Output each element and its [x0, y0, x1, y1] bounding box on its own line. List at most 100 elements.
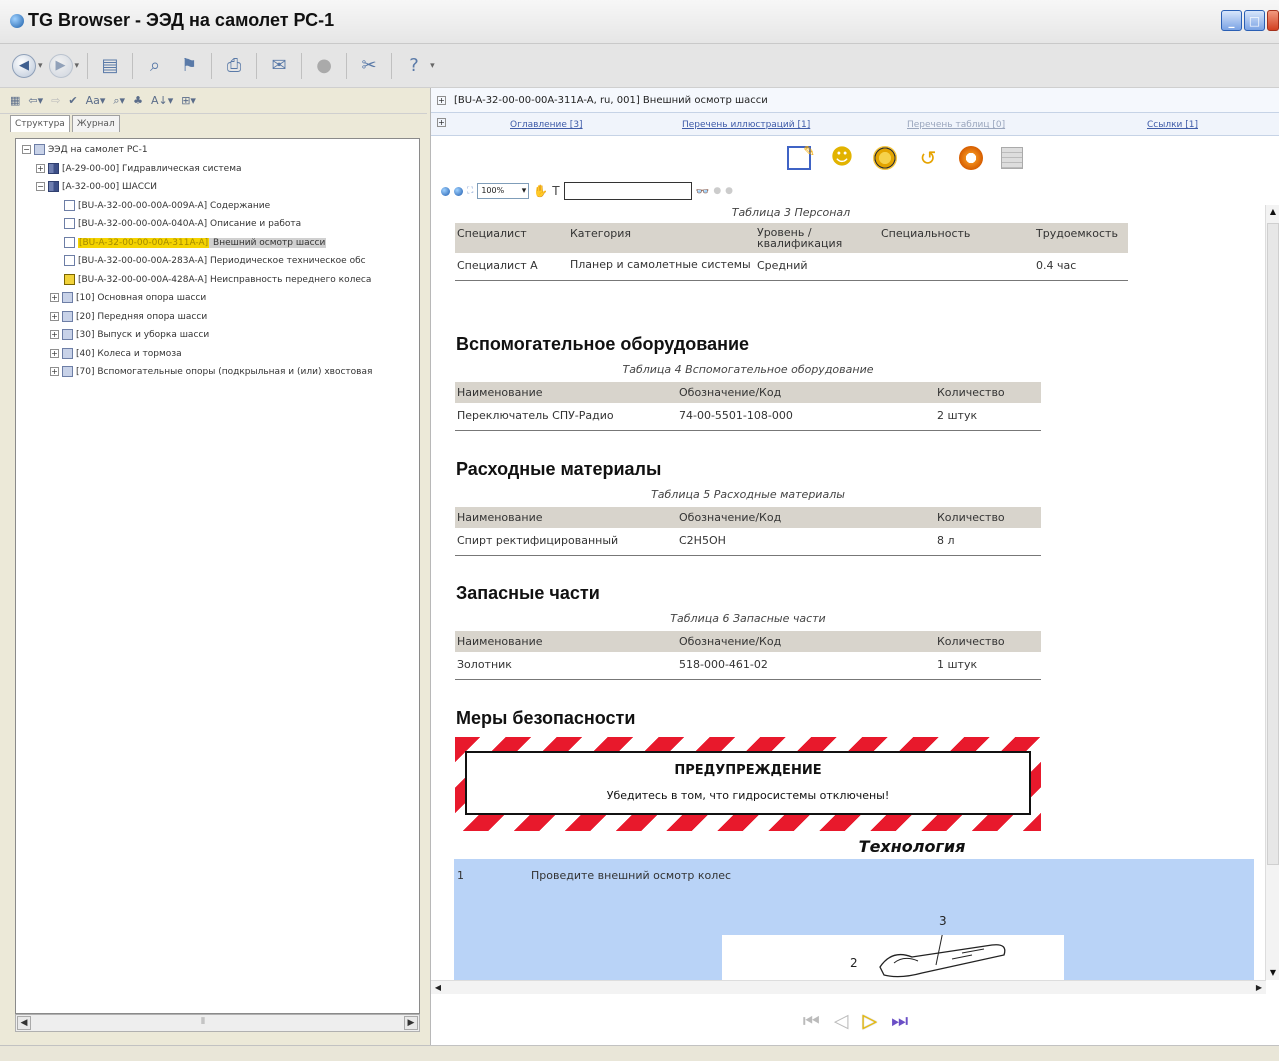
nav-back-icon[interactable]: ⇦▾	[26, 94, 45, 107]
documents-icon[interactable]: ▤	[96, 52, 124, 80]
back-button[interactable]: ◀	[12, 53, 36, 78]
tree-item[interactable]: + [40] Колеса и тормоза	[16, 345, 419, 364]
help-icon[interactable]: ?	[400, 52, 428, 80]
hand-tool-icon[interactable]: ✋	[533, 184, 548, 198]
next-page-button-icon[interactable]: ▷	[863, 1010, 878, 1032]
find-prev-icon[interactable]: ●	[713, 186, 721, 196]
consumables-icon[interactable]: ↺	[915, 146, 941, 170]
sort-icon[interactable]: A↓▾	[149, 94, 175, 107]
expand-node-icon[interactable]: +	[36, 163, 45, 173]
warning-text: Убедитесь в том, что гидросистемы отключ…	[606, 789, 890, 802]
expand-node-icon[interactable]: +	[50, 367, 59, 376]
bookmark-icon[interactable]: ⚑	[175, 52, 203, 80]
tree-item[interactable]: + [A-29-00-00] Гидравлическая система	[16, 160, 419, 179]
tools-icon[interactable]: ✂	[355, 52, 383, 80]
structure-tree[interactable]: − ЭЭД на самолет РС-1 + [A-29-00-00] Гидрав…	[15, 138, 420, 1014]
link-tables[interactable]: Перечень таблиц [0]	[907, 120, 1005, 130]
last-page-icon[interactable]: ⏭	[891, 1010, 908, 1032]
collapse-node-icon[interactable]: −	[22, 145, 31, 154]
table-header: Наименование	[455, 507, 677, 528]
tree-item[interactable]: − ЭЭД на самолет РС-1	[16, 141, 419, 160]
table-header: Категория	[568, 223, 755, 253]
tree-item[interactable]: + [10] Основная опора шасси	[16, 289, 419, 308]
link-illustrations[interactable]: Перечень иллюстраций [1]	[682, 120, 810, 130]
expand-links-icon[interactable]: +	[437, 118, 446, 127]
figure-callout: 3	[939, 914, 947, 928]
search-tool-icon[interactable]: ⌕	[141, 52, 169, 80]
stop-icon[interactable]: ●	[310, 52, 338, 80]
doc-icon	[64, 236, 75, 248]
warning-box: ПРЕДУПРЕЖДЕНИЕ Убедитесь в том, что гидр…	[465, 751, 1031, 815]
next-page-icon[interactable]	[454, 186, 463, 196]
link-references[interactable]: Ссылки [1]	[1147, 120, 1198, 130]
first-page-icon[interactable]: ⏮	[803, 1010, 820, 1032]
mail-icon[interactable]: ✉	[265, 52, 293, 80]
find-text-icon[interactable]: 👓	[696, 185, 710, 198]
collapse-node-icon[interactable]: −	[36, 182, 45, 191]
equipment-icon[interactable]	[873, 146, 897, 170]
scroll-up-arrow[interactable]: ▲	[1266, 205, 1279, 219]
scroll-left-arrow[interactable]: ◀	[431, 981, 445, 995]
minimize-button[interactable]: _	[1221, 10, 1242, 31]
document-viewport[interactable]: Таблица 3 Персонал Специалист Категория …	[431, 205, 1279, 980]
fit-page-icon[interactable]: ⛶	[467, 186, 473, 196]
document-horizontal-scrollbar[interactable]: ◀ ▶	[431, 980, 1266, 994]
scroll-thumb[interactable]	[1267, 223, 1279, 865]
tree-item[interactable]: [BU-A-32-00-00-00A-428A-A] Неисправность…	[16, 271, 419, 290]
forward-button[interactable]: ▶	[48, 53, 73, 78]
back-dropdown-icon[interactable]: ▾	[38, 61, 43, 71]
tree-horizontal-scrollbar[interactable]: ◀ ⦀ ▶	[15, 1014, 420, 1032]
structure-panel: ▦ ⇦▾ ⇨ ✔ Aa▾ ⌕▾ ♣ A↓▾ ⊞▾ Структура Журна…	[0, 88, 427, 1045]
view-icon[interactable]: ⊞▾	[179, 94, 198, 107]
filter-icon[interactable]: ⌕▾	[111, 94, 127, 108]
print-icon[interactable]: ⎙	[220, 52, 248, 80]
forward-dropdown-icon[interactable]: ▾	[75, 61, 80, 71]
step-text: Проведите внешний осмотр колес	[531, 869, 732, 882]
scroll-down-arrow[interactable]: ▼	[1266, 966, 1279, 980]
scroll-right-arrow[interactable]: ▶	[404, 1016, 418, 1030]
tree-item-label: [BU-A-32-00-00-00A-311A-A]	[78, 237, 210, 248]
maximize-button[interactable]: □	[1244, 10, 1265, 31]
tree-icon[interactable]: ♣	[131, 94, 145, 107]
tree-item[interactable]: − [A-32-00-00] ШАССИ	[16, 178, 419, 197]
document-search-input[interactable]	[563, 182, 692, 200]
find-icon[interactable]: Aa▾	[84, 94, 108, 107]
text-select-icon[interactable]: T	[552, 184, 559, 198]
expand-icon[interactable]: ▦	[8, 94, 22, 107]
expand-header-icon[interactable]: +	[437, 95, 446, 105]
link-contents[interactable]: Оглавление [3]	[510, 120, 583, 130]
tab-journal[interactable]: Журнал	[71, 115, 120, 132]
find-next-icon[interactable]: ●	[725, 186, 733, 196]
scroll-left-arrow[interactable]: ◀	[17, 1016, 31, 1030]
expand-node-icon[interactable]: +	[50, 330, 59, 339]
expand-node-icon[interactable]: +	[50, 311, 59, 321]
personnel-icon[interactable]: ☻	[829, 145, 855, 171]
section-heading: Меры безопасности	[456, 708, 636, 728]
tree-item[interactable]: + [70] Вспомогательные опоры (подкрыльная…	[16, 363, 419, 382]
help-dropdown-icon[interactable]: ▾	[430, 61, 435, 71]
tree-item[interactable]: [BU-A-32-00-00-00A-009A-A] Содержание	[16, 197, 419, 216]
prev-page-icon[interactable]	[441, 186, 450, 196]
previous-page-icon[interactable]: ◁	[834, 1010, 849, 1032]
tree-item[interactable]: [BU-A-32-00-00-00A-283A-A] Периодическое…	[16, 252, 419, 271]
tab-structure[interactable]: Структура	[10, 115, 70, 132]
expand-node-icon[interactable]: +	[50, 348, 59, 358]
check-icon[interactable]: ✔	[66, 94, 79, 107]
table-caption: Таблица 4 Вспомогательное оборудование	[622, 363, 874, 376]
zoom-select[interactable]: 100%	[477, 183, 530, 199]
tree-item[interactable]: [BU-A-32-00-00-00A-040A-A] Описание и ра…	[16, 215, 419, 234]
status-bar	[0, 1045, 1279, 1061]
expand-node-icon[interactable]: +	[50, 293, 59, 302]
table-icon[interactable]	[1001, 147, 1023, 169]
tree-item[interactable]: [BU-A-32-00-00-00A-311A-A] Внешний осмот…	[16, 234, 419, 253]
tree-item[interactable]: + [20] Передняя опора шасси	[16, 308, 419, 327]
table-caption: Таблица 6 Запасные части	[670, 612, 826, 625]
nav-forward-icon[interactable]: ⇨	[49, 94, 62, 107]
scroll-right-arrow[interactable]: ▶	[1252, 981, 1266, 995]
edit-document-icon[interactable]: ✎	[787, 144, 815, 170]
tree-item[interactable]: + [30] Выпуск и уборка шасси	[16, 326, 419, 345]
spares-icon[interactable]	[959, 146, 983, 170]
close-button[interactable]	[1267, 10, 1279, 31]
document-vertical-scrollbar[interactable]: ▲ ▼	[1265, 205, 1279, 980]
title-bar: TG Browser - ЭЭД на самолет РС-1 _ □	[0, 0, 1279, 44]
